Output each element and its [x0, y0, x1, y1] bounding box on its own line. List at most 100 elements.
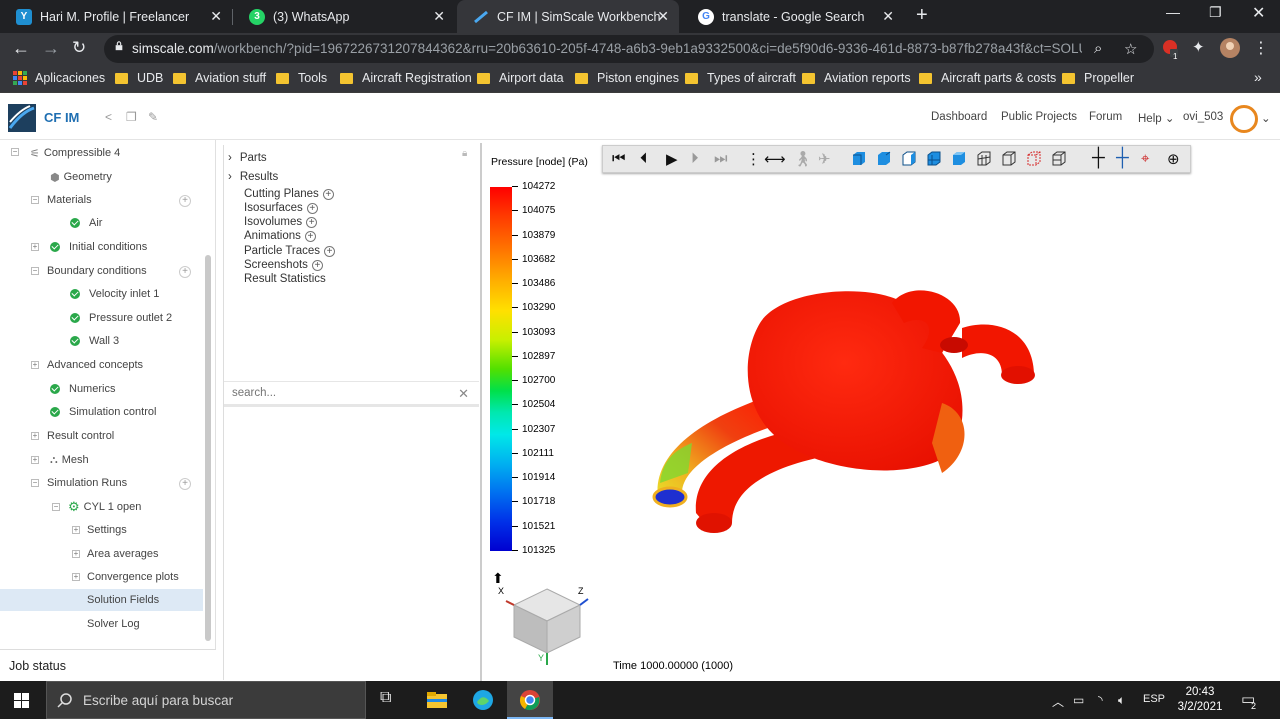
- tree-item-simulation-runs[interactable]: Simulation Runs: [47, 472, 127, 494]
- view-solid-icon[interactable]: [1051, 151, 1067, 167]
- tree-item-solution-fields[interactable]: Solution Fields: [0, 589, 203, 611]
- filter-cutting-planes[interactable]: Cutting Planes +: [244, 188, 334, 200]
- profile-avatar[interactable]: [1220, 38, 1240, 61]
- maximize-icon[interactable]: ❐: [1209, 4, 1222, 21]
- close-tab-icon[interactable]: ✕: [210, 8, 222, 25]
- run-icon[interactable]: ✈︎: [818, 150, 831, 168]
- nav-forum[interactable]: Forum: [1089, 111, 1122, 123]
- job-status-panel[interactable]: Job status: [0, 649, 216, 680]
- close-tab-icon[interactable]: ✕: [882, 8, 894, 25]
- bookmark-apps[interactable]: Aplicaciones: [13, 71, 105, 85]
- edit-icon[interactable]: ✎: [148, 110, 158, 124]
- tree-item-mesh[interactable]: ⛬ Mesh: [50, 449, 89, 471]
- close-tab-icon[interactable]: ✕: [433, 8, 445, 25]
- edge-icon[interactable]: [472, 689, 494, 711]
- next-frame-icon[interactable]: ⏵: [691, 150, 699, 167]
- copy-icon[interactable]: ❐: [126, 110, 137, 124]
- search-input[interactable]: [232, 387, 452, 399]
- filter-isosurfaces[interactable]: Isosurfaces +: [244, 202, 318, 214]
- filter-isovolumes[interactable]: Isovolumes +: [244, 216, 318, 228]
- expand-icon[interactable]: +: [31, 361, 39, 369]
- expand-icon[interactable]: +: [31, 432, 39, 440]
- bookmark-tools[interactable]: Tools: [276, 71, 327, 85]
- expand-icon[interactable]: +: [31, 456, 39, 464]
- filter-screenshots[interactable]: Screenshots +: [244, 259, 323, 271]
- menu-dots-icon[interactable]: ⋮: [1253, 38, 1269, 58]
- tree-item-materials[interactable]: Materials: [47, 189, 92, 211]
- tree-item-convergence-plots[interactable]: Convergence plots: [87, 566, 179, 588]
- expand-icon[interactable]: +: [72, 573, 80, 581]
- nav-help[interactable]: Help ⌄: [1138, 111, 1175, 125]
- tree-item-area-averages[interactable]: Area averages: [87, 543, 159, 565]
- add-animation-icon[interactable]: +: [304, 230, 316, 242]
- walk-icon[interactable]: 🚶︎: [793, 150, 812, 168]
- add-isovolume-icon[interactable]: +: [306, 216, 318, 228]
- tree-item-air[interactable]: Air: [70, 212, 102, 234]
- bookmark-propeller[interactable]: Propeller: [1062, 71, 1134, 85]
- forward-arrow-icon[interactable]: →: [42, 38, 60, 59]
- share-icon[interactable]: <: [105, 110, 112, 124]
- bookmark-star-icon[interactable]: ☆: [1124, 40, 1137, 58]
- collapse-icon[interactable]: −: [11, 148, 19, 156]
- tab-google[interactable]: G translate - Google Search ✕: [682, 0, 904, 33]
- collapse-icon[interactable]: −: [52, 503, 60, 511]
- tree-item-run-cyl1[interactable]: ⚙ CYL 1 open: [68, 496, 141, 518]
- nav-dashboard[interactable]: Dashboard: [931, 111, 987, 123]
- view-wireframe-icon[interactable]: [1001, 151, 1017, 167]
- lock-icon[interactable]: 🔒︎: [462, 148, 467, 159]
- volume-icon[interactable]: 🔈︎: [1118, 693, 1125, 708]
- nav-user[interactable]: ovi_503: [1183, 111, 1223, 123]
- chrome-icon[interactable]: [519, 689, 541, 711]
- project-name[interactable]: CF IM: [44, 110, 79, 125]
- view-edges-icon[interactable]: [1026, 151, 1042, 167]
- battery-icon[interactable]: ▭: [1073, 693, 1084, 707]
- tab-whatsapp[interactable]: 3 (3) WhatsApp ✕: [233, 0, 455, 33]
- bookmark-aviation-stuff[interactable]: Aviation stuff: [173, 71, 266, 85]
- wifi-icon[interactable]: ◝: [1098, 693, 1103, 707]
- taskbar-search[interactable]: Escribe aquí para buscar: [46, 681, 366, 719]
- cutting-plane-icon[interactable]: ┼: [1092, 147, 1105, 168]
- first-frame-icon[interactable]: ⏮: [612, 150, 626, 167]
- tree-item-result-control[interactable]: Result control: [47, 425, 114, 447]
- language-indicator[interactable]: ESP: [1143, 693, 1165, 705]
- clear-search-icon[interactable]: ✕: [458, 386, 469, 402]
- view-mesh-icon[interactable]: [976, 151, 992, 167]
- previous-frame-icon[interactable]: ⏴: [640, 150, 648, 167]
- tab-simscale[interactable]: CF IM | SimScale Workbench ✕: [457, 0, 679, 33]
- filter-animations[interactable]: Animations +: [244, 230, 316, 242]
- fit-view-icon[interactable]: ⟷: [764, 150, 786, 168]
- bookmark-aircraft-parts[interactable]: Aircraft parts & costs: [919, 71, 1056, 85]
- add-particle-trace-icon[interactable]: +: [324, 245, 336, 257]
- add-material-button[interactable]: +: [179, 195, 191, 207]
- cutting-plane-e-icon[interactable]: ┼: [1116, 147, 1129, 168]
- view-front-icon[interactable]: [851, 151, 867, 167]
- bookmark-aviation-reports[interactable]: Aviation reports: [802, 71, 911, 85]
- tree-item-settings[interactable]: Settings: [87, 519, 127, 541]
- add-screenshot-icon[interactable]: +: [311, 259, 323, 271]
- tray-chevron-icon[interactable]: ︿: [1052, 693, 1064, 710]
- reload-icon[interactable]: ↻: [72, 38, 86, 58]
- tab-freelancer[interactable]: Y Hari M. Profile | Freelancer ✕: [0, 0, 232, 33]
- close-tab-icon[interactable]: ✕: [657, 8, 669, 25]
- probe-icon[interactable]: ⌖: [1141, 150, 1149, 167]
- last-frame-icon[interactable]: ⏭: [714, 150, 728, 167]
- tree-item-numerics[interactable]: Numerics: [50, 378, 115, 400]
- 3d-viewer[interactable]: ⏮ ⏴ ▶ ⏵ ⏭ ⋮ ⟷ 🚶︎ ✈︎ ┼ ┼ ⌖ ⊕ Pressure [no…: [480, 143, 1280, 681]
- zoom-icon[interactable]: ⌕: [1094, 40, 1102, 57]
- tree-item-initial-conditions[interactable]: Initial conditions: [50, 236, 147, 258]
- file-explorer-icon[interactable]: [426, 689, 448, 711]
- add-isosurface-icon[interactable]: +: [306, 202, 318, 214]
- view-left-icon[interactable]: [901, 151, 917, 167]
- tree-item-compressible[interactable]: ⚟ Compressible 4: [30, 142, 120, 164]
- bookmark-piston-engines[interactable]: Piston engines: [575, 71, 679, 85]
- bookmark-types-of-aircraft[interactable]: Types of aircraft: [685, 71, 796, 85]
- tree-item-advanced-concepts[interactable]: Advanced concepts: [47, 354, 143, 376]
- more-bookmarks-icon[interactable]: »: [1254, 69, 1262, 85]
- expand-icon[interactable]: +: [31, 243, 39, 251]
- close-window-icon[interactable]: ✕: [1252, 3, 1265, 23]
- filter-particle-traces[interactable]: Particle Traces +: [244, 245, 336, 257]
- collapse-icon[interactable]: −: [31, 479, 39, 487]
- back-arrow-icon[interactable]: ←: [12, 38, 30, 59]
- expand-icon[interactable]: +: [72, 550, 80, 558]
- add-run-button[interactable]: +: [179, 478, 191, 490]
